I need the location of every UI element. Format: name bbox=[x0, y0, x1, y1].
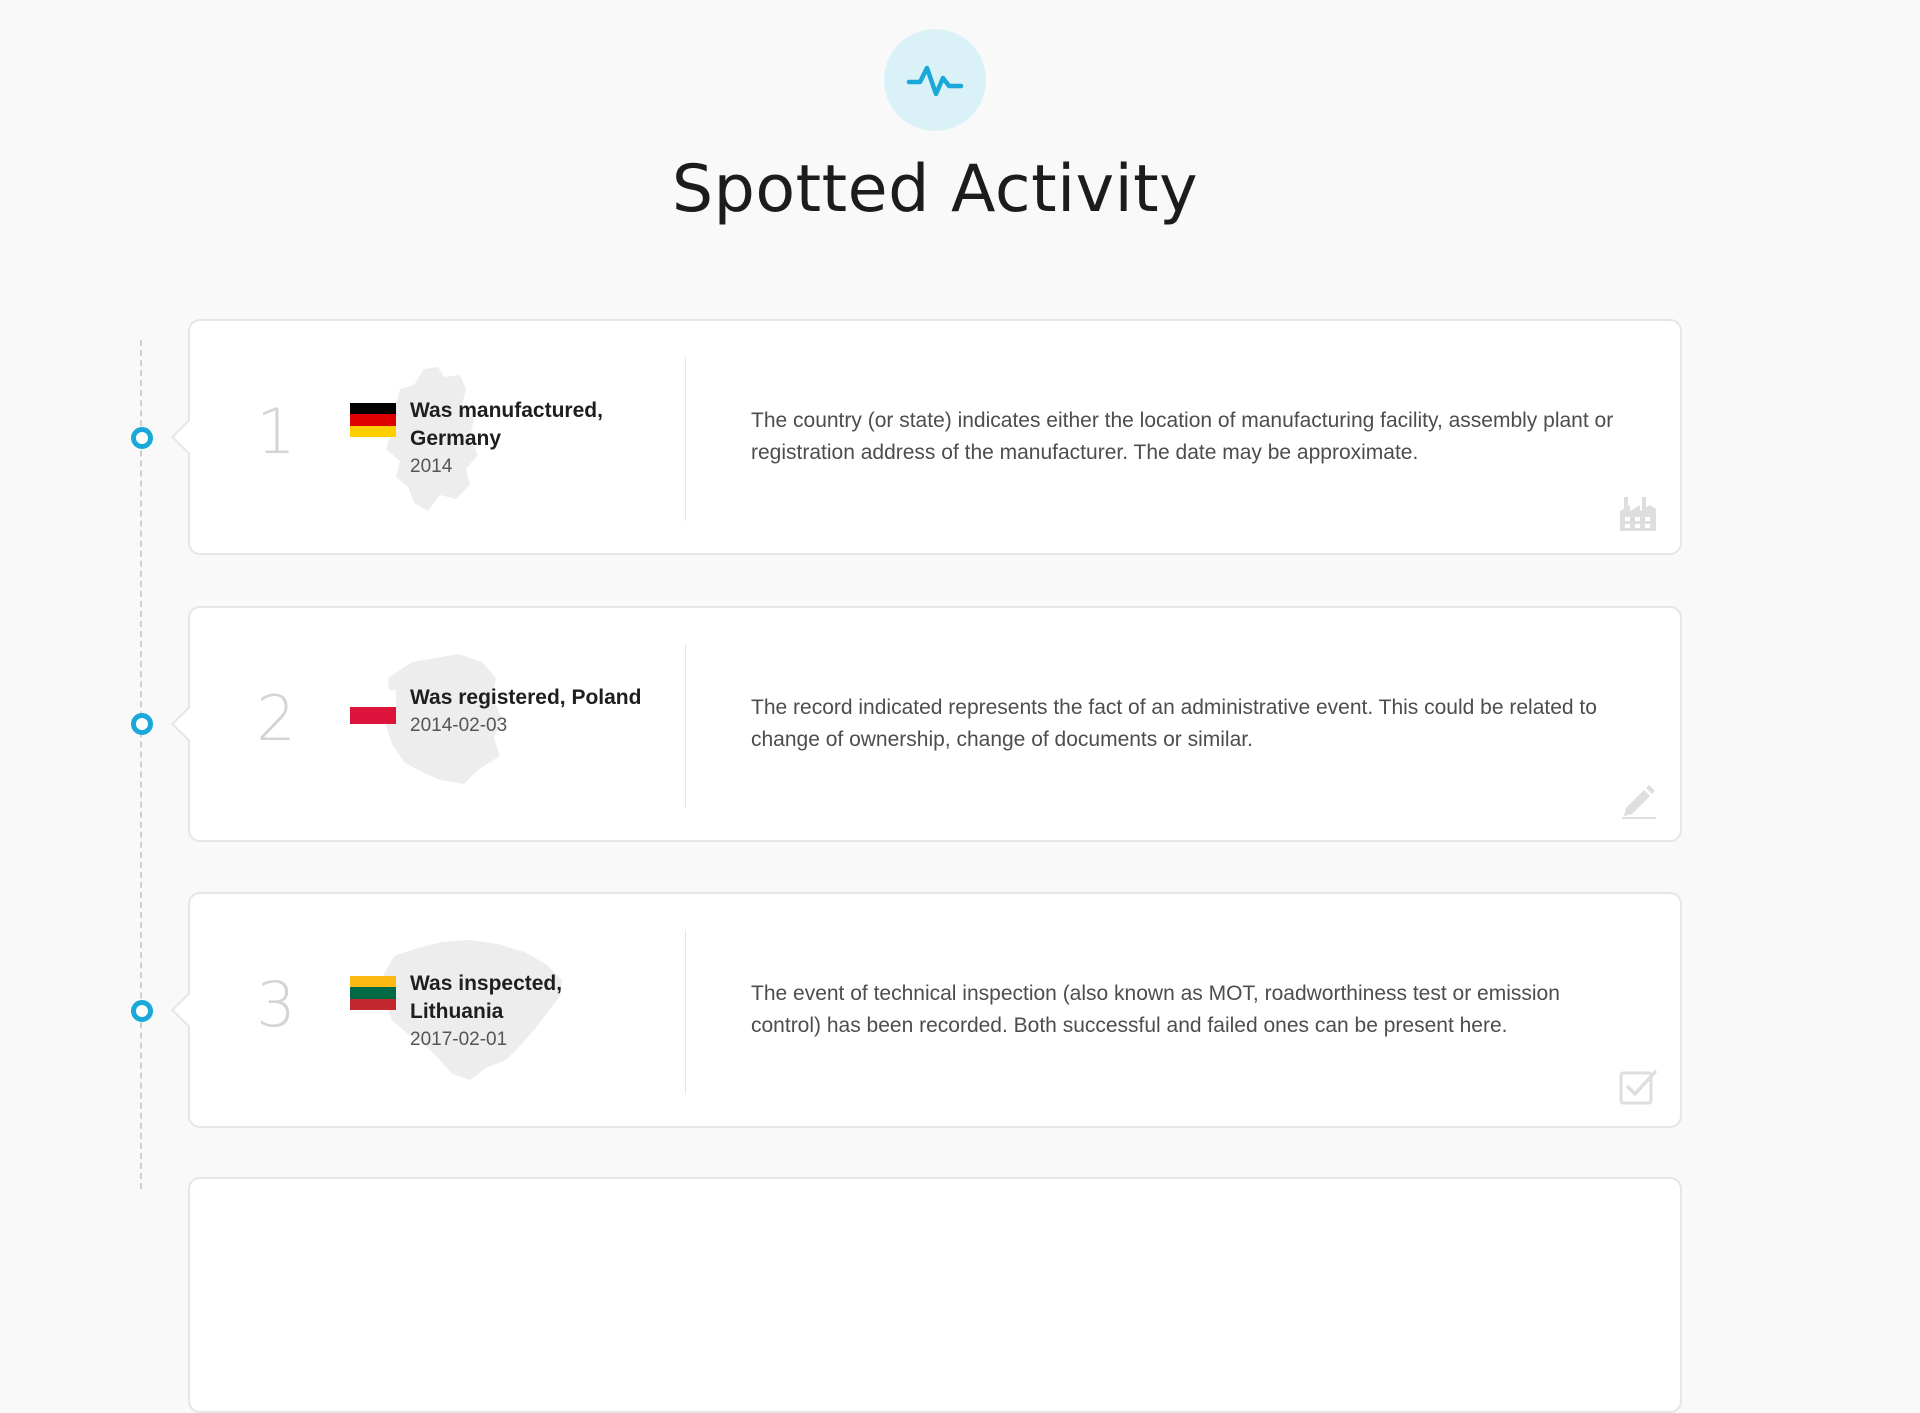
timeline-line bbox=[140, 340, 142, 1189]
event-card bbox=[188, 1177, 1682, 1413]
event-description: The record indicated represents the fact… bbox=[751, 696, 1597, 751]
poland-flag-icon bbox=[350, 690, 396, 724]
event-description: The event of technical inspection (also … bbox=[751, 982, 1560, 1037]
card-divider bbox=[685, 644, 686, 808]
activity-pulse-icon bbox=[884, 29, 986, 131]
card-pointer bbox=[171, 707, 205, 741]
event-number: 1 bbox=[256, 395, 296, 468]
event-title: Was inspected, Lithuania bbox=[410, 972, 563, 1023]
pencil-icon bbox=[1618, 780, 1658, 820]
lithuania-flag-icon bbox=[350, 976, 396, 1010]
event-date: 2014 bbox=[410, 456, 453, 477]
timeline-dot bbox=[131, 427, 153, 449]
event-date: 2014-02-03 bbox=[410, 715, 508, 736]
card-divider bbox=[685, 357, 686, 521]
event-card: 1 Was manufactured, Germany 2014 The cou… bbox=[171, 319, 1682, 555]
checkbox-checked-icon bbox=[1618, 1066, 1658, 1106]
event-title: Was manufactured, Germany bbox=[410, 399, 603, 450]
event-number: 2 bbox=[256, 682, 296, 755]
event-card: 3 Was inspected, Lithuania 2017-02-01 Th… bbox=[171, 892, 1682, 1128]
timeline-dot bbox=[131, 1000, 153, 1022]
card-divider bbox=[685, 930, 686, 1094]
germany-flag-icon bbox=[350, 403, 396, 437]
event-description: The country (or state) indicates either … bbox=[751, 409, 1614, 464]
factory-icon bbox=[1618, 493, 1658, 533]
event-title: Was registered, Poland bbox=[410, 686, 642, 709]
page-title: Spotted Activity bbox=[671, 152, 1199, 227]
timeline-dot bbox=[131, 713, 153, 735]
event-date: 2017-02-01 bbox=[410, 1029, 508, 1050]
card-pointer bbox=[171, 993, 205, 1027]
event-card: 2 Was registered, Poland 2014-02-03 The … bbox=[171, 606, 1682, 842]
event-number: 3 bbox=[256, 968, 296, 1041]
card-pointer bbox=[171, 420, 205, 454]
